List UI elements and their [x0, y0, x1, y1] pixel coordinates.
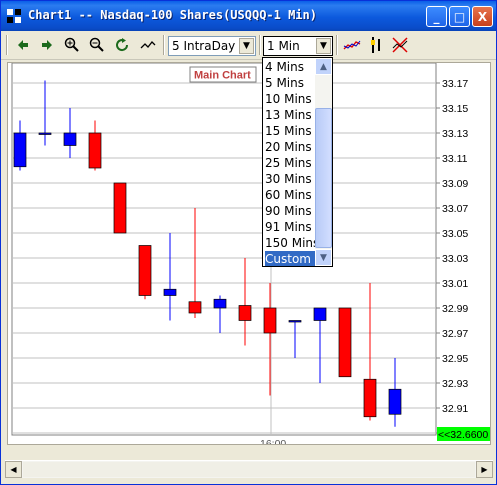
- candle-body: [263, 307, 277, 334]
- y-tick-label: 33.03: [442, 253, 468, 265]
- scroll-up-icon[interactable]: ▲: [315, 58, 332, 75]
- toolbar-separator: [336, 35, 338, 55]
- candle-body: [163, 288, 177, 296]
- candle-body: [338, 307, 352, 378]
- toolbar-separator: [163, 35, 165, 55]
- scroll-right-icon[interactable]: ▶: [476, 461, 493, 478]
- y-tick-label: 32.95: [442, 353, 468, 365]
- candle-body: [13, 132, 27, 168]
- dropdown-option[interactable]: 91 Mins: [265, 219, 315, 235]
- dropdown-option[interactable]: 60 Mins: [265, 187, 315, 203]
- last-price-label: <<32.6600: [438, 429, 488, 441]
- candle-body: [388, 388, 402, 415]
- toolbar-separator: [259, 35, 261, 55]
- scroll-down-icon[interactable]: ▼: [315, 249, 332, 266]
- close-button[interactable]: X: [472, 6, 493, 27]
- title-bar[interactable]: Chart1 -- Nasdaq-100 Shares(USQQQ-1 Min)…: [1, 1, 496, 31]
- maximize-button[interactable]: □: [449, 6, 470, 27]
- indicator-icon[interactable]: [341, 34, 363, 56]
- dropdown-option[interactable]: Custom: [265, 251, 315, 266]
- chart-window: Chart1 -- Nasdaq-100 Shares(USQQQ-1 Min)…: [0, 0, 497, 485]
- app-icon: [7, 9, 21, 23]
- y-tick-label: 32.97: [442, 328, 468, 340]
- refresh-icon[interactable]: [111, 34, 133, 56]
- dropdown-option[interactable]: 4 Mins: [265, 59, 315, 75]
- y-tick-label: 33.01: [442, 278, 468, 290]
- y-tick-label: 32.99: [442, 303, 468, 315]
- dropdown-option[interactable]: 10 Mins: [265, 91, 315, 107]
- y-tick-label: 33.13: [442, 128, 468, 140]
- horizontal-scrollbar[interactable]: ◀ ▶: [5, 460, 493, 478]
- dropdown-option[interactable]: 5 Mins: [265, 75, 315, 91]
- interval-select-value: 1 Min: [267, 39, 300, 53]
- y-tick-label: 33.05: [442, 228, 468, 240]
- candle-body: [63, 132, 77, 146]
- scroll-thumb[interactable]: [23, 462, 475, 477]
- line-chart-icon[interactable]: [137, 34, 159, 56]
- arrow-left-icon[interactable]: [12, 34, 34, 56]
- window-title: Chart1 -- Nasdaq-100 Shares(USQQQ-1 Min): [28, 8, 317, 22]
- zoom-in-icon[interactable]: [61, 34, 83, 56]
- candle-body: [113, 182, 127, 234]
- interval-select[interactable]: 1 Min ▼: [263, 36, 333, 56]
- y-tick-label: 33.11: [442, 153, 468, 165]
- y-tick-label: 33.09: [442, 178, 468, 190]
- candlestick-chart[interactable]: 33.17 33.15 33.13 33.11 33.09 33.07 33.05 33.03…: [8, 63, 491, 445]
- interval-dropdown-list[interactable]: 4 Mins 5 Mins 10 Mins 13 Mins 15 Mins 20 Mins…: [262, 57, 333, 267]
- minimize-button[interactable]: _: [426, 6, 447, 27]
- y-tick-label: 33.17: [442, 78, 468, 90]
- zoom-out-icon[interactable]: [86, 34, 108, 56]
- dropdown-scroll-thumb[interactable]: [315, 108, 332, 248]
- period-select[interactable]: 5 IntraDay ▼: [168, 36, 256, 56]
- toolbar-grip: [6, 35, 8, 55]
- dropdown-option[interactable]: 150 Mins: [265, 235, 319, 251]
- period-select-value: 5 IntraDay: [172, 39, 236, 53]
- bar-style-icon[interactable]: [365, 34, 387, 56]
- chevron-down-icon[interactable]: ▼: [316, 38, 331, 54]
- x-tick-label: 16:00: [260, 438, 286, 445]
- candle-body: [313, 307, 327, 321]
- main-chart-label: Main Chart: [194, 70, 251, 82]
- dropdown-option[interactable]: 90 Mins: [265, 203, 315, 219]
- arrow-right-icon[interactable]: [36, 34, 58, 56]
- y-tick-label: 32.93: [442, 378, 468, 390]
- chevron-down-icon[interactable]: ▼: [239, 38, 254, 54]
- dropdown-option[interactable]: 15 Mins: [265, 123, 315, 139]
- candle-body: [213, 298, 227, 309]
- candle-body: [363, 378, 377, 418]
- toolbar: 5 IntraDay ▼ 1 Min ▼: [1, 31, 496, 60]
- dropdown-option[interactable]: 13 Mins: [265, 107, 315, 123]
- dropdown-option[interactable]: 30 Mins: [265, 171, 315, 187]
- dropdown-option[interactable]: 20 Mins: [265, 139, 315, 155]
- candle-body: [238, 305, 252, 321]
- scroll-left-icon[interactable]: ◀: [5, 461, 22, 478]
- dropdown-scrollbar[interactable]: ▲ ▼: [315, 58, 332, 266]
- candle-body: [38, 132, 52, 135]
- candle-body: [288, 320, 302, 323]
- crosshair-icon[interactable]: [389, 34, 411, 56]
- y-tick-label: 32.91: [442, 403, 468, 415]
- y-tick-label: 33.07: [442, 203, 468, 215]
- dropdown-option[interactable]: 25 Mins: [265, 155, 315, 171]
- candle-body: [88, 132, 102, 169]
- y-tick-label: 33.15: [442, 103, 468, 115]
- chart-area[interactable]: 33.17 33.15 33.13 33.11 33.09 33.07 33.05 33.03…: [7, 62, 491, 445]
- candle-body: [138, 245, 152, 296]
- candle-body: [188, 301, 202, 314]
